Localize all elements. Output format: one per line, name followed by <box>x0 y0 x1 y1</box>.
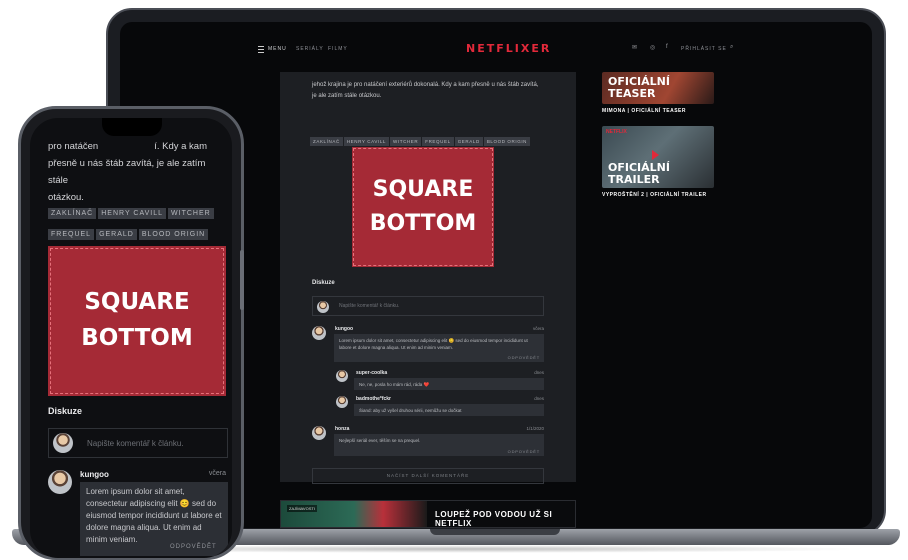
article-paragraph: jehož krajina je pro natáčení exteriérů … <box>312 82 539 99</box>
nav-item-serialy[interactable]: SERIÁLY <box>296 46 324 52</box>
load-more-comments-button[interactable]: NAČÍST DALŠÍ KOMENTÁŘE <box>312 468 544 484</box>
tag[interactable]: ZAKLÍNAČ <box>310 137 343 146</box>
phone-paragraph-part: í. Kdy a kam <box>154 141 207 152</box>
tag[interactable]: FREQUEL <box>48 229 95 240</box>
video-thumbnail[interactable]: NETFLIX OFICIÁLNÍ TRAILER <box>602 126 714 188</box>
netflix-badge: NETFLIX <box>606 129 627 135</box>
video-caption[interactable]: MIMONA | OFICIÁLNÍ TEASER <box>602 108 686 114</box>
video-caption[interactable]: VYPROŠTĚNÍ 2 | OFICIÁLNÍ TRAILER <box>602 192 707 198</box>
phone-side-button <box>240 250 244 310</box>
tag[interactable]: BLOOD ORIGIN <box>483 137 531 146</box>
nav-item-filmy[interactable]: FILMY <box>328 46 348 52</box>
menu-label[interactable]: MENU <box>268 46 287 52</box>
video-thumbnail[interactable]: OFICIÁLNÍ TEASER <box>602 72 714 104</box>
comment-author[interactable]: honza <box>335 426 349 432</box>
comment-time: dnes <box>534 370 544 375</box>
avatar <box>48 470 72 494</box>
phone-notch <box>102 118 162 136</box>
comment-author[interactable]: kungoo <box>80 470 109 479</box>
tag-list: ZAKLÍNAČ HENRY CAVILL WITCHER FREQUEL GERALD… <box>310 130 550 148</box>
phone-screen: pro natáčen í. Kdy a kam přesně u nás štá… <box>30 118 232 558</box>
comment-author[interactable]: badmothe*fckr <box>356 396 391 402</box>
comment-input-placeholder: Napište komentář k článku. <box>339 303 400 309</box>
avatar <box>312 426 326 440</box>
ad-square-bottom[interactable]: SQUARE BOTTOM <box>352 147 494 267</box>
ad-line-2: BOTTOM <box>81 325 193 351</box>
promo-banner[interactable]: ZAJÍMAVOSTI LOUPEŽ POD VODOU UŽ SI NETFL… <box>280 500 576 528</box>
avatar <box>336 370 348 382</box>
thumbnail-overlay-text: OFICIÁLNÍ TRAILER <box>608 161 670 186</box>
tag[interactable]: ZAKLÍNAČ <box>48 208 97 219</box>
tag[interactable]: WITCHER <box>168 208 214 219</box>
reply-button[interactable]: ODPOVĚDĚT <box>494 449 540 454</box>
comment-time: 1/1/2020 <box>526 426 544 431</box>
tag[interactable]: FREQUEL <box>422 137 454 146</box>
discussion-title: Diskuze <box>312 280 335 286</box>
search-icon[interactable]: ⌕ <box>730 44 733 51</box>
comment-time: včera <box>532 326 544 331</box>
phone-article-paragraph: pro natáčen í. Kdy a kam přesně u nás štá… <box>48 138 228 206</box>
ad-line-1: SQUARE <box>84 289 190 315</box>
tag[interactable]: GERALD <box>96 229 137 240</box>
phone-paragraph-part: přesně u nás štáb zavítá, je ale zatím s… <box>48 158 206 186</box>
comment-input[interactable]: Napište komentář k článku. <box>312 296 544 316</box>
login-link[interactable]: PŘIHLÁSIT SE <box>681 46 727 52</box>
phone-ad-square-bottom[interactable]: SQUARE BOTTOM <box>48 246 226 396</box>
comment-text: Ne, ne, posla ho mám rád, ráda ❤️ <box>354 378 544 390</box>
hamburger-icon[interactable] <box>258 46 264 53</box>
laptop-notch <box>430 529 560 535</box>
reply-button[interactable]: ODPOVĚDĚT <box>494 355 540 360</box>
tag[interactable]: HENRY CAVILL <box>98 208 167 219</box>
comment-author[interactable]: super-coolka <box>356 370 387 376</box>
top-navigation: MENU SERIÁLY FILMY NETFLIXER ✉ ◎ f PŘIHL… <box>120 42 872 64</box>
phone-discussion-title: Diskuze <box>48 406 83 416</box>
phone-comment-input[interactable]: Napište komentář k článku. <box>48 428 228 458</box>
comment-input-placeholder: Napište komentář k článku. <box>87 439 184 448</box>
ad-line-1: SQUARE <box>372 177 474 202</box>
play-icon[interactable] <box>652 150 659 160</box>
promo-label: ZAJÍMAVOSTI <box>287 505 317 512</box>
avatar <box>317 301 329 313</box>
tag[interactable]: GERALD <box>454 137 483 146</box>
ad-line-2: BOTTOM <box>369 211 477 236</box>
comment-time: včera <box>208 470 226 477</box>
avatar <box>336 396 348 408</box>
thumbnail-overlay-text: OFICIÁLNÍ TEASER <box>608 75 670 100</box>
tag[interactable]: BLOOD ORIGIN <box>138 229 209 240</box>
comment-author[interactable]: kungoo <box>335 326 353 332</box>
tag[interactable]: WITCHER <box>390 137 422 146</box>
facebook-icon[interactable]: f <box>666 44 668 50</box>
reply-button[interactable]: ODPOVĚDĚT <box>170 544 217 550</box>
tag[interactable]: HENRY CAVILL <box>343 137 390 146</box>
phone-tag-list: ZAKLÍNAČ HENRY CAVILL WITCHER FREQUEL GERALD… <box>48 202 228 244</box>
comment-text: Šiand: aby už vyšel druhou sérii, nemůžu… <box>354 404 544 416</box>
comment-time: dnes <box>534 396 544 401</box>
instagram-icon[interactable]: ◎ <box>650 44 655 51</box>
avatar <box>312 326 326 340</box>
site-logo[interactable]: NETFLIXER <box>466 42 551 55</box>
promo-title[interactable]: LOUPEŽ POD VODOU UŽ SI NETFLIX <box>435 510 575 528</box>
mail-icon[interactable]: ✉ <box>632 44 637 51</box>
article-column: jehož krajina je pro natáčení exteriérů … <box>280 72 576 484</box>
avatar <box>53 433 73 453</box>
phone-paragraph-part: pro natáčen <box>48 141 99 152</box>
